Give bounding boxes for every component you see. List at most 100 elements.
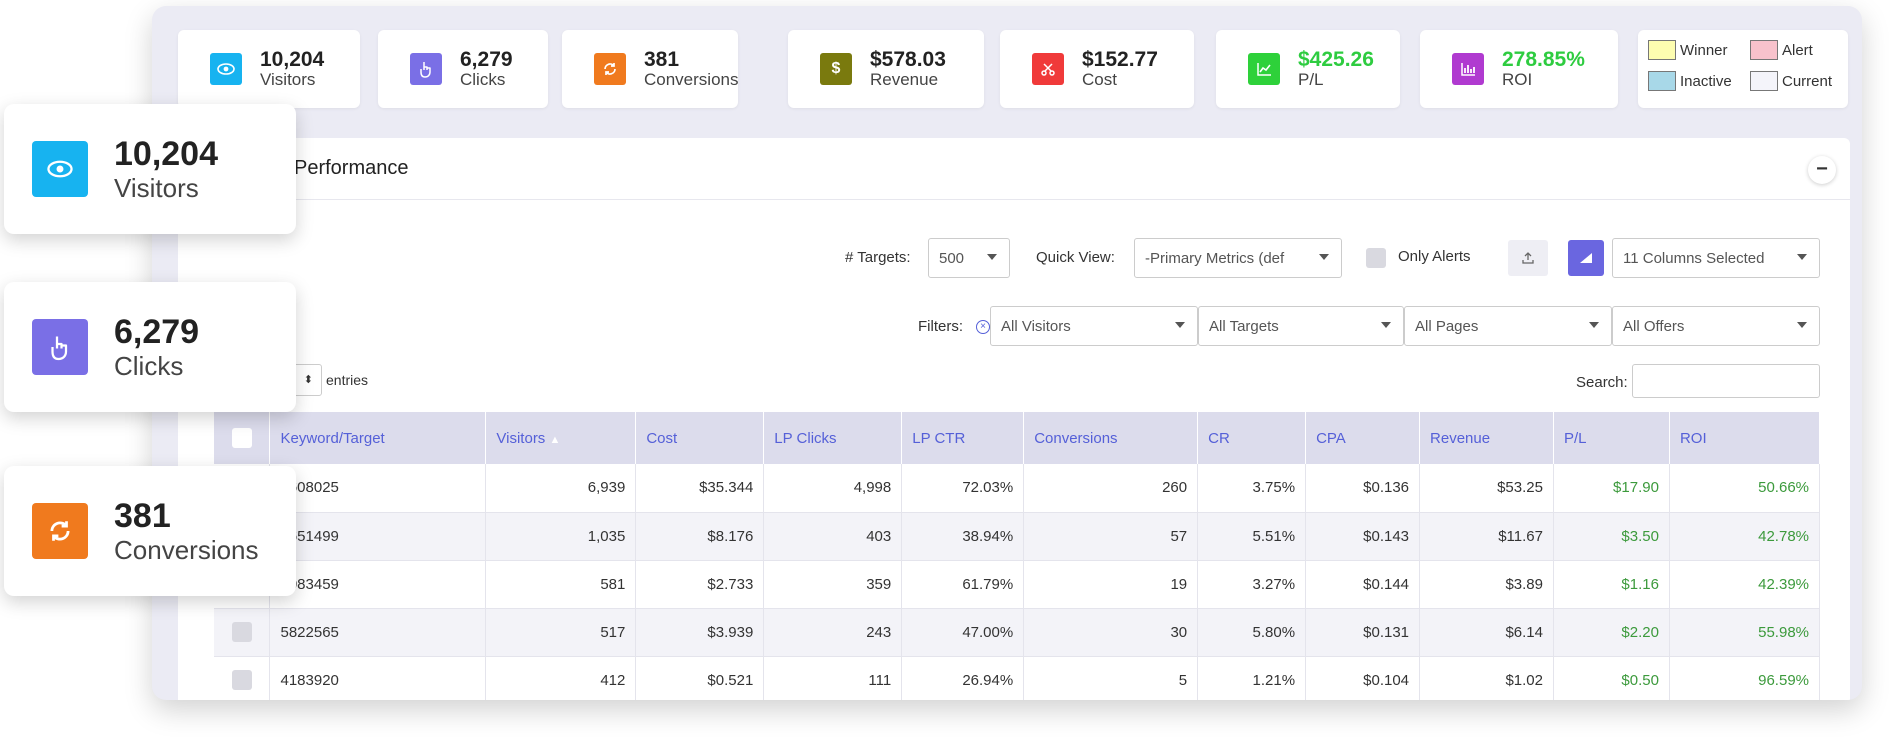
filter-visitors-select[interactable]: All Visitors — [990, 306, 1198, 346]
roi-cell: 96.59% — [1669, 656, 1821, 700]
pl-cell: $17.90 — [1553, 464, 1670, 513]
column-header[interactable]: Visitors ▲ — [485, 412, 637, 464]
column-header[interactable]: LP CTR — [901, 412, 1025, 464]
stat-value: 278.85% — [1502, 48, 1585, 72]
dashboard-window: 10,204 Visitors 6,279 Clicks 381 Conversion… — [152, 6, 1862, 700]
table-row[interactable]: 4183920 412 $0.521 111 26.94% 5 1.21% $0… — [214, 656, 1821, 700]
floating-value: 10,204 — [114, 134, 218, 173]
only-alerts-label: Only Alerts — [1398, 248, 1471, 265]
pl-cell: $0.50 — [1553, 656, 1670, 700]
pl-cell: $2.20 — [1553, 608, 1670, 657]
status-legend: Winner Alert Inactive Current — [1638, 30, 1848, 108]
roi-cell: 55.98% — [1669, 608, 1821, 657]
cost-cell: $0.521 — [635, 656, 765, 700]
column-header[interactable]: LP Clicks — [763, 412, 903, 464]
cpa-cell: $0.104 — [1305, 656, 1421, 700]
search-input[interactable] — [1632, 364, 1820, 398]
upload-icon — [1522, 252, 1534, 264]
columns-select[interactable]: 11 Columns Selected — [1612, 238, 1820, 278]
conversions-cell: 57 — [1023, 512, 1199, 561]
refresh-icon — [32, 503, 88, 559]
column-header[interactable]: ROI — [1669, 412, 1821, 464]
filter-targets-select[interactable]: All Targets — [1198, 306, 1404, 346]
clear-filters-icon[interactable]: × — [976, 320, 990, 334]
floating-card-conversions: 381 Conversions — [4, 466, 296, 596]
pl-cell: $3.50 — [1553, 512, 1670, 561]
column-header[interactable]: Revenue — [1419, 412, 1554, 464]
quickview-select[interactable]: -Primary Metrics (def — [1134, 238, 1342, 278]
cost-cell: $2.733 — [635, 560, 765, 609]
chart-toggle-button[interactable] — [1568, 240, 1604, 276]
row-checkbox[interactable] — [231, 622, 252, 642]
filter-offers-select[interactable]: All Offers — [1612, 306, 1820, 346]
targets-label: # Targets: — [845, 249, 911, 266]
chevron-down-icon — [1797, 322, 1807, 328]
export-button[interactable] — [1508, 240, 1548, 276]
legend-current: Current — [1750, 71, 1832, 91]
chevron-down-icon — [1797, 254, 1807, 260]
targets-select[interactable]: 500 — [928, 238, 1010, 278]
lp-ctr-cell: 72.03% — [901, 464, 1025, 513]
pl-cell: $1.16 — [1553, 560, 1670, 609]
table-row[interactable]: 5608025 6,939 $35.344 4,998 72.03% 260 3… — [214, 464, 1821, 513]
revenue-cell: $1.02 — [1419, 656, 1554, 700]
filter-pages-select[interactable]: All Pages — [1404, 306, 1612, 346]
column-header[interactable]: Conversions — [1023, 412, 1199, 464]
legend-label: Current — [1782, 72, 1833, 90]
keyword-cell: 5608025 — [269, 464, 487, 513]
cost-cell: $3.939 — [635, 608, 765, 657]
keyword-cell: 5822565 — [269, 608, 487, 657]
targets-value: 500 — [939, 249, 965, 267]
legend-alert: Alert — [1750, 40, 1813, 60]
revenue-cell: $6.14 — [1419, 608, 1554, 657]
roi-cell: 42.39% — [1669, 560, 1821, 609]
roi-cell: 50.66% — [1669, 464, 1821, 513]
trend-up-icon — [1248, 53, 1280, 85]
lp-clicks-cell: 403 — [763, 512, 903, 561]
lp-clicks-cell: 4,998 — [763, 464, 903, 513]
select-all-checkbox[interactable] — [231, 428, 252, 448]
floating-label: Visitors — [114, 172, 199, 203]
cr-cell: 5.80% — [1197, 608, 1307, 657]
search-label: Search: — [1576, 374, 1628, 391]
column-header[interactable]: Cost — [635, 412, 765, 464]
refresh-icon — [594, 53, 626, 85]
chevron-down-icon — [1319, 254, 1329, 260]
column-header[interactable]: Keyword/Target — [269, 412, 487, 464]
table-row[interactable]: 6083459 581 $2.733 359 61.79% 19 3.27% $… — [214, 560, 1821, 609]
visitors-cell: 581 — [485, 560, 637, 609]
pointer-hand-icon — [32, 319, 88, 375]
cr-cell: 3.75% — [1197, 464, 1307, 513]
stat-value: 381 — [644, 48, 680, 72]
chevron-down-icon — [987, 254, 997, 260]
eye-icon — [210, 53, 242, 85]
panel-title: Performance — [294, 157, 409, 179]
roi-cell: 42.78% — [1669, 512, 1821, 561]
stat-revenue: $ $578.03 Revenue — [788, 30, 984, 108]
only-alerts-checkbox[interactable] — [1366, 248, 1386, 268]
table-row[interactable]: 5822565 517 $3.939 243 47.00% 30 5.80% $… — [214, 608, 1821, 657]
stat-value: 6,279 — [460, 48, 513, 72]
lp-clicks-cell: 359 — [763, 560, 903, 609]
filter-value: All Pages — [1415, 317, 1479, 335]
column-header[interactable]: CR — [1197, 412, 1307, 464]
revenue-cell: $53.25 — [1419, 464, 1554, 513]
signal-icon — [1580, 253, 1592, 263]
column-header[interactable]: P/L — [1553, 412, 1670, 464]
collapse-button[interactable]: − — [1808, 156, 1836, 184]
revenue-cell: $3.89 — [1419, 560, 1554, 609]
scissors-icon — [1032, 53, 1064, 85]
conversions-cell: 19 — [1023, 560, 1199, 609]
stat-label: ROI — [1502, 70, 1533, 90]
table-row[interactable]: 5651499 1,035 $8.176 403 38.94% 57 5.51%… — [214, 512, 1821, 561]
filter-value: All Visitors — [1001, 317, 1071, 335]
pointer-hand-icon — [410, 53, 442, 85]
conversions-cell: 5 — [1023, 656, 1199, 700]
row-checkbox[interactable] — [231, 670, 252, 690]
cr-cell: 3.27% — [1197, 560, 1307, 609]
cr-cell: 5.51% — [1197, 512, 1307, 561]
column-header[interactable]: CPA — [1305, 412, 1421, 464]
cpa-cell: $0.143 — [1305, 512, 1421, 561]
columns-value: 11 Columns Selected — [1623, 249, 1765, 267]
entries-label: entries — [326, 372, 369, 388]
